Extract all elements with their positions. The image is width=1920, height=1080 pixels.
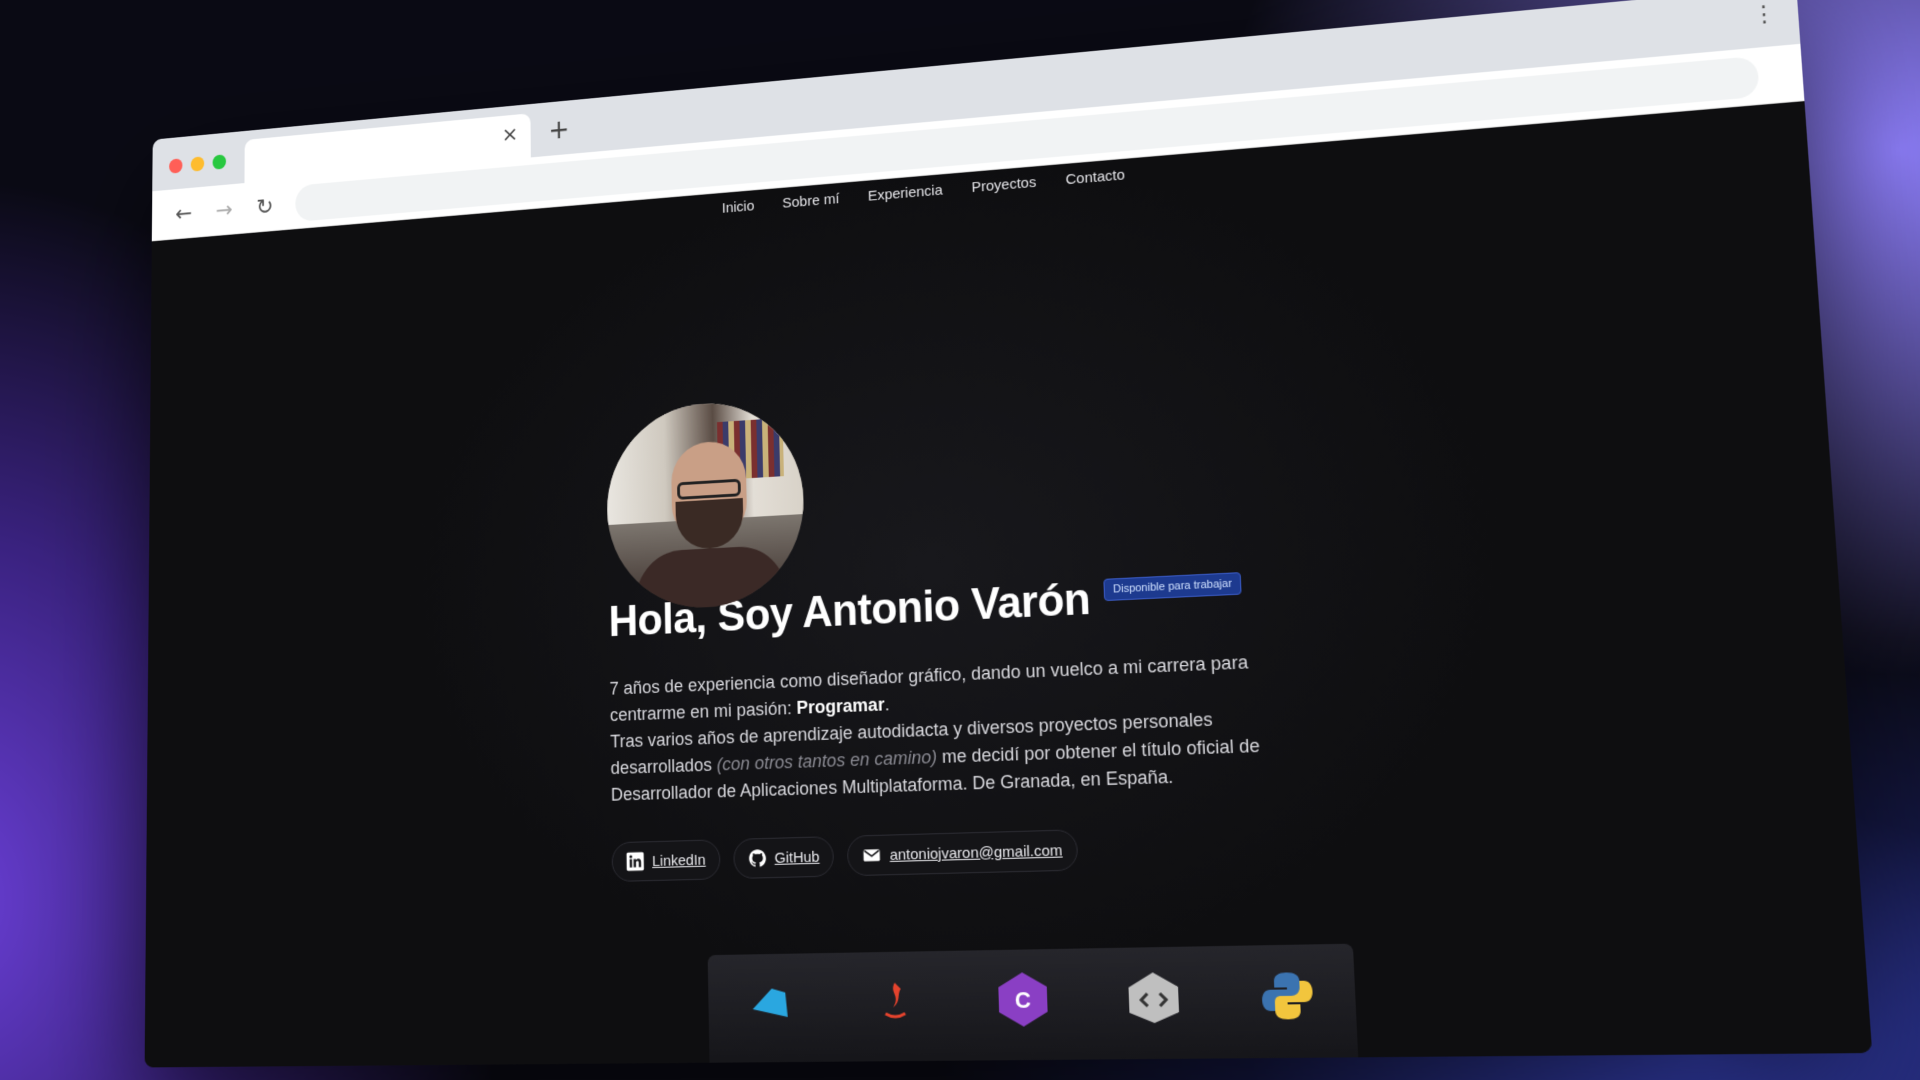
bio-line-1-end: .	[884, 694, 890, 715]
browser-menu-icon[interactable]: ⋮	[1751, 1, 1777, 29]
python-icon	[1254, 963, 1320, 1028]
forward-arrow-icon[interactable]: →	[211, 194, 238, 225]
linkedin-label: LinkedIn	[651, 851, 706, 870]
bio-text: 7 años de experiencia como diseñador grá…	[609, 646, 1324, 809]
avatar-beard	[675, 497, 744, 551]
new-tab-icon[interactable]: +	[548, 113, 569, 145]
scene: × + ⋮ ← → ↻ Inicio Sobre mí Experiencia …	[0, 0, 1920, 1080]
email-label: antoniojvaron@gmail.com	[889, 841, 1063, 864]
page-content: Inicio Sobre mí Experiencia Proyectos Co…	[144, 101, 1873, 1068]
linkedin-icon	[626, 852, 644, 871]
avatar-glasses	[677, 478, 741, 500]
window-controls	[169, 154, 227, 174]
nav-sobre-mi[interactable]: Sobre mí	[782, 191, 840, 212]
bio-highlight: Programar	[796, 694, 885, 718]
close-tab-icon[interactable]: ×	[502, 123, 519, 147]
nav-contacto[interactable]: Contacto	[1065, 167, 1125, 188]
java-icon	[865, 970, 926, 1033]
bio-location: De Granada, en España.	[972, 766, 1174, 794]
social-links: LinkedIn GitHub antoniojvaron@gmail.com	[611, 821, 1371, 883]
reload-icon[interactable]: ↻	[251, 191, 278, 222]
dart-icon	[740, 972, 799, 1034]
bio-aside: (con otros tantos en camino)	[716, 746, 938, 775]
status-badge: Disponible para trabajar	[1103, 572, 1242, 602]
coder-icon	[1122, 966, 1186, 1030]
github-icon	[748, 849, 766, 868]
github-label: GitHub	[774, 848, 820, 867]
svg-text:C: C	[1014, 987, 1031, 1014]
linkedin-button[interactable]: LinkedIn	[611, 839, 721, 883]
mail-icon	[862, 845, 882, 862]
nav-proyectos[interactable]: Proyectos	[971, 174, 1036, 196]
github-button[interactable]: GitHub	[732, 836, 835, 880]
hero-section: Hola, Soy Antonio Varón Disponible para …	[605, 361, 1371, 883]
nav-inicio[interactable]: Inicio	[722, 198, 755, 217]
avatar	[605, 397, 806, 612]
maximize-window-button[interactable]	[212, 154, 227, 170]
avatar-body	[635, 544, 788, 612]
email-button[interactable]: antoniojvaron@gmail.com	[847, 829, 1079, 877]
nav-experiencia[interactable]: Experiencia	[868, 182, 943, 205]
close-window-button[interactable]	[169, 158, 183, 174]
tech-stack-strip: C	[707, 943, 1359, 1068]
csharp-icon: C	[992, 968, 1055, 1031]
minimize-window-button[interactable]	[190, 156, 205, 172]
back-arrow-icon[interactable]: ←	[170, 198, 197, 229]
browser-window: × + ⋮ ← → ↻ Inicio Sobre mí Experiencia …	[144, 0, 1873, 1068]
